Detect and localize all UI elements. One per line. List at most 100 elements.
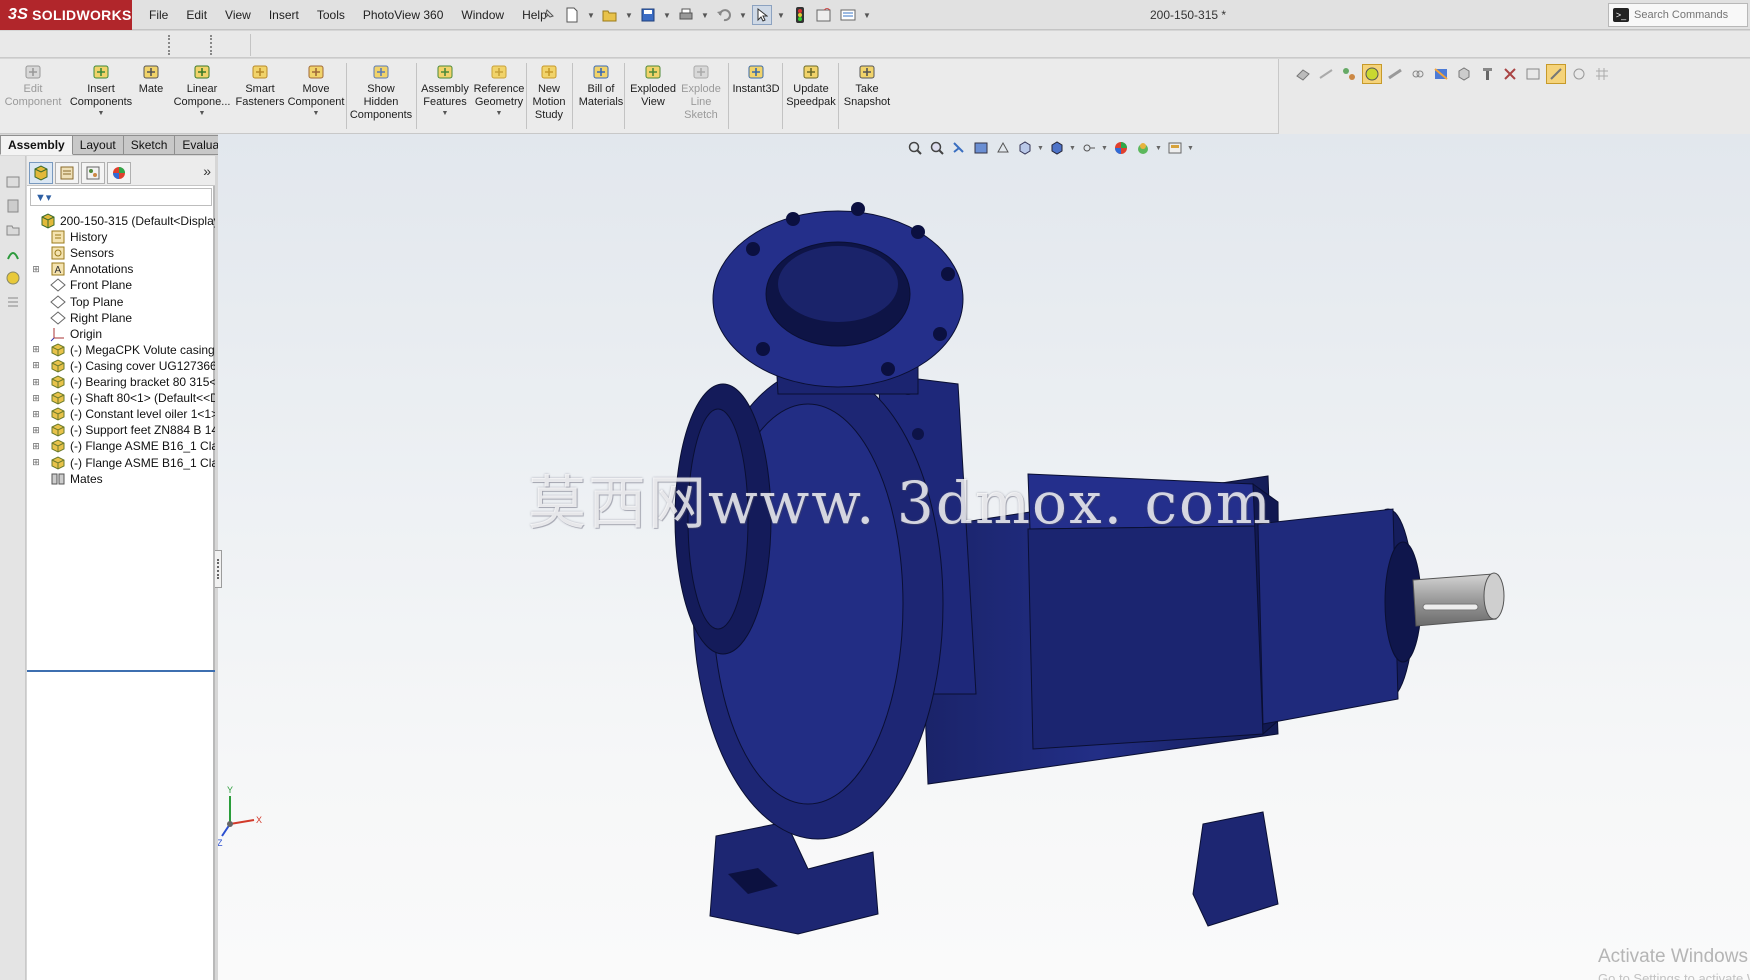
library-icon[interactable] xyxy=(5,198,21,214)
expand-icon[interactable]: ⊞ xyxy=(31,441,41,452)
appearance-icon[interactable] xyxy=(1362,64,1382,84)
tree-node-label: (-) Casing cover UG1273664 xyxy=(70,358,215,373)
link-icon[interactable] xyxy=(1408,64,1428,84)
chevron-down-icon[interactable]: ▼ xyxy=(624,11,634,20)
assembly-icon xyxy=(39,213,57,229)
rotate-icon[interactable] xyxy=(1569,64,1589,84)
tree-node[interactable]: Mates xyxy=(31,470,103,488)
tool-icon[interactable] xyxy=(1477,64,1497,84)
print-icon[interactable] xyxy=(676,5,696,25)
search-commands-box[interactable]: >_ xyxy=(1608,3,1748,27)
menu-insert[interactable]: Insert xyxy=(260,0,308,30)
chevron-down-icon[interactable]: ▼ xyxy=(586,11,596,20)
explode-icon[interactable] xyxy=(1500,64,1520,84)
chevron-down-icon[interactable]: ▼ xyxy=(862,11,872,20)
chevron-down-icon[interactable]: ▼ xyxy=(496,109,503,118)
flow-icon[interactable] xyxy=(5,246,21,262)
save-icon[interactable] xyxy=(638,5,658,25)
chevron-down-icon[interactable]: ▼ xyxy=(313,109,320,118)
chevron-down-icon[interactable]: ▼ xyxy=(662,11,672,20)
menu-photoview-360[interactable]: PhotoView 360 xyxy=(354,0,453,30)
instant3d-button[interactable]: Instant3D xyxy=(730,62,782,96)
mate-button[interactable]: Mate xyxy=(136,62,166,96)
search-input[interactable] xyxy=(1634,9,1744,21)
select-arrow-icon[interactable] xyxy=(752,5,772,25)
chevron-down-icon[interactable]: ▼ xyxy=(700,11,710,20)
solidworks-logo[interactable]: 3S SOLIDWORKS xyxy=(0,0,132,30)
chevron-down-icon[interactable]: ▼ xyxy=(738,11,748,20)
pump-model[interactable]: Y X Z xyxy=(218,134,1750,980)
linear-pattern-button[interactable]: Linear Compone... ▼ xyxy=(172,62,232,118)
section-icon[interactable] xyxy=(1431,64,1451,84)
mail-icon[interactable] xyxy=(5,174,21,190)
property-manager-tab-icon[interactable] xyxy=(55,162,79,184)
toolbar-grip[interactable] xyxy=(210,35,213,55)
menu-file[interactable]: File xyxy=(140,0,177,30)
expand-icon[interactable]: ⊞ xyxy=(31,409,41,420)
chevron-down-icon[interactable]: ▼ xyxy=(199,109,206,118)
undo-icon[interactable] xyxy=(714,5,734,25)
interference-icon[interactable] xyxy=(1293,64,1313,84)
new-document-icon[interactable] xyxy=(562,5,582,25)
pin-icon[interactable] xyxy=(538,5,558,25)
expand-icon[interactable]: ⊞ xyxy=(31,344,41,355)
tab-layout[interactable]: Layout xyxy=(72,135,124,155)
explode-line-sketch-button[interactable]: Explode Line Sketch xyxy=(680,62,722,122)
assembly-features-button[interactable]: Assembly Features ▼ xyxy=(420,62,470,118)
tree-node-label: Annotations xyxy=(70,262,134,277)
expand-icon[interactable]: ⊞ xyxy=(31,360,41,371)
palette-icon[interactable] xyxy=(5,270,21,286)
expand-icon[interactable]: ⊞ xyxy=(31,457,41,468)
chevron-down-icon[interactable]: ▼ xyxy=(442,109,449,118)
activate-subtitle: Go to Settings to activate Windows. xyxy=(1598,971,1750,980)
bill-of-materials-button[interactable]: Bill of Materials xyxy=(576,62,626,109)
tree-filter[interactable]: ▼▾ xyxy=(30,188,212,206)
expand-more-icon[interactable]: » xyxy=(203,163,211,179)
expand-icon[interactable]: ⊞ xyxy=(31,425,41,436)
menu-edit[interactable]: Edit xyxy=(177,0,216,30)
insert-components-button[interactable]: Insert Components ▼ xyxy=(68,62,134,118)
grid-icon[interactable] xyxy=(1592,64,1612,84)
update-speedpak-button[interactable]: Update Speedpak xyxy=(786,62,836,109)
show-hidden-button[interactable]: Show Hidden Components xyxy=(350,62,412,122)
feature-tree-tab-icon[interactable] xyxy=(29,162,53,184)
file-properties-icon[interactable] xyxy=(814,5,834,25)
box-icon[interactable] xyxy=(1523,64,1543,84)
chevron-down-icon[interactable]: ▼ xyxy=(98,109,105,118)
toolbar-grip[interactable] xyxy=(168,35,171,55)
hole-alignment-icon[interactable] xyxy=(1339,64,1359,84)
filter-icon[interactable]: ▼▾ xyxy=(35,191,51,204)
smart-fasteners-button[interactable]: Smart Fasteners xyxy=(236,62,284,109)
take-snapshot-button[interactable]: Take Snapshot xyxy=(842,62,892,109)
exploded-view-button[interactable]: Exploded View xyxy=(628,62,678,109)
reference-geometry-button[interactable]: Reference Geometry ▼ xyxy=(472,62,526,118)
expand-icon[interactable]: ⊞ xyxy=(31,264,41,275)
motion-study-button[interactable]: New Motion Study xyxy=(530,62,568,122)
menu-tools[interactable]: Tools xyxy=(308,0,354,30)
cube-icon[interactable] xyxy=(1454,64,1474,84)
expand-icon[interactable]: ⊞ xyxy=(31,393,41,404)
properties-icon[interactable] xyxy=(5,294,21,310)
toolbar-separator xyxy=(346,63,347,129)
expand-icon[interactable]: ⊞ xyxy=(31,377,41,388)
divider xyxy=(250,34,251,56)
menu-window[interactable]: Window xyxy=(452,0,513,30)
plane-icon xyxy=(49,277,67,293)
tab-sketch[interactable]: Sketch xyxy=(123,135,176,155)
configuration-manager-tab-icon[interactable] xyxy=(81,162,105,184)
panel-splitter-handle[interactable] xyxy=(215,550,222,588)
graphics-area[interactable]: ▼ ▼ ▼ ▼ ▼ Y X Z 莫西网www. 3dmox. com Activ… xyxy=(218,134,1750,980)
display-manager-tab-icon[interactable] xyxy=(107,162,131,184)
edit-component-button[interactable]: Edit Component xyxy=(2,62,64,109)
open-folder-icon[interactable] xyxy=(600,5,620,25)
options-icon[interactable] xyxy=(838,5,858,25)
traffic-light-icon[interactable] xyxy=(790,5,810,25)
clearance-icon[interactable] xyxy=(1316,64,1336,84)
folder-icon[interactable] xyxy=(5,222,21,238)
menu-view[interactable]: View xyxy=(216,0,260,30)
chevron-down-icon[interactable]: ▼ xyxy=(776,11,786,20)
tab-assembly[interactable]: Assembly xyxy=(0,135,73,155)
sketch-icon[interactable] xyxy=(1546,64,1566,84)
measure-icon[interactable] xyxy=(1385,64,1405,84)
move-component-button[interactable]: Move Component ▼ xyxy=(286,62,346,118)
